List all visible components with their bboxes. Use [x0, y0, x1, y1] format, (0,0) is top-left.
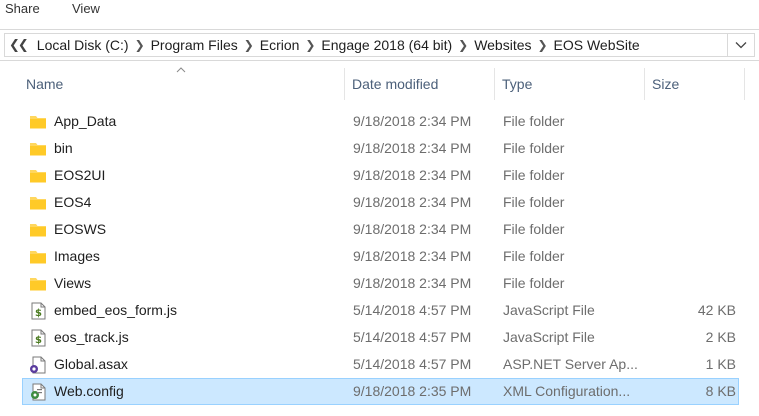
file-row[interactable]: Global.asax 5/14/2018 4:57 PM ASP.NET Se…	[22, 351, 739, 378]
file-date: 9/18/2018 2:34 PM	[353, 167, 472, 183]
chevron-right-icon[interactable]: ❯	[133, 38, 147, 52]
breadcrumb-engage[interactable]: Engage 2018 (64 bit)	[317, 37, 456, 53]
chevron-right-icon[interactable]: ❯	[536, 38, 550, 52]
file-row[interactable]: EOS4 9/18/2018 2:34 PM File folder	[22, 189, 739, 216]
file-type: File folder	[503, 113, 565, 129]
file-row[interactable]: App_Data 9/18/2018 2:34 PM File folder	[22, 108, 739, 135]
folder-icon	[30, 170, 46, 183]
folder-icon	[30, 278, 46, 291]
file-row[interactable]: Images 9/18/2018 2:34 PM File folder	[22, 243, 739, 270]
address-bar: ❮❮ Local Disk (C:) ❯ Program Files ❯ Ecr…	[0, 29, 759, 61]
file-type: File folder	[503, 248, 565, 264]
breadcrumb-program-files[interactable]: Program Files	[147, 37, 242, 53]
breadcrumb-websites[interactable]: Websites	[470, 37, 535, 53]
file-row[interactable]: bin 9/18/2018 2:34 PM File folder	[22, 135, 739, 162]
file-date: 9/18/2018 2:34 PM	[353, 194, 472, 210]
folder-icon	[30, 143, 46, 156]
tab-view[interactable]: View	[72, 1, 100, 16]
file-name: Images	[54, 248, 100, 264]
file-name: App_Data	[54, 113, 117, 129]
folder-icon	[30, 224, 46, 237]
file-name: Views	[54, 275, 92, 291]
file-size	[653, 271, 736, 296]
file-size: 8 KB	[705, 383, 736, 399]
file-type: File folder	[503, 221, 565, 237]
file-name: embed_eos_form.js	[54, 302, 177, 318]
file-type: File folder	[503, 275, 565, 291]
chevron-right-icon[interactable]: ❯	[303, 38, 317, 52]
breadcrumb[interactable]: ❮❮ Local Disk (C:) ❯ Program Files ❯ Ecr…	[4, 33, 727, 57]
column-size[interactable]: Size	[646, 66, 744, 102]
file-size	[653, 163, 736, 188]
file-name: Global.asax	[54, 356, 128, 372]
file-type: File folder	[503, 194, 565, 210]
file-date: 9/18/2018 2:34 PM	[353, 221, 472, 237]
script-file-icon: $	[31, 302, 46, 320]
column-type[interactable]: Type	[496, 66, 644, 102]
file-date: 9/18/2018 2:35 PM	[353, 383, 472, 399]
file-name: Web.config	[54, 383, 124, 399]
breadcrumb-eos-website[interactable]: EOS WebSite	[550, 37, 644, 53]
file-size	[653, 244, 736, 269]
column-divider[interactable]	[494, 68, 495, 100]
file-type: JavaScript File	[503, 302, 595, 318]
config-file-icon	[31, 383, 46, 401]
file-size	[653, 217, 736, 242]
script-file-icon: $	[31, 329, 46, 347]
chevron-right-icon[interactable]: ❯	[456, 38, 470, 52]
file-type: JavaScript File	[503, 329, 595, 345]
file-date: 9/18/2018 2:34 PM	[353, 275, 472, 291]
address-dropdown-button[interactable]	[727, 33, 755, 57]
aspnet-file-icon	[30, 356, 46, 374]
double-chevron-left-icon[interactable]: ❮❮	[5, 37, 33, 53]
breadcrumb-ecrion[interactable]: Ecrion	[256, 37, 304, 53]
file-size: 42 KB	[697, 302, 736, 318]
file-size: 2 KB	[705, 329, 736, 345]
column-name[interactable]: Name	[20, 66, 344, 102]
file-row[interactable]: EOS2UI 9/18/2018 2:34 PM File folder	[22, 162, 739, 189]
folder-icon	[30, 197, 46, 210]
file-size: 1 KB	[705, 356, 736, 372]
file-date: 9/18/2018 2:34 PM	[353, 248, 472, 264]
column-header: Name Date modified Type Size	[0, 66, 759, 102]
folder-icon	[30, 251, 46, 264]
column-date-modified[interactable]: Date modified	[346, 66, 494, 102]
file-date: 5/14/2018 4:57 PM	[353, 302, 472, 318]
chevron-right-icon[interactable]: ❯	[242, 38, 256, 52]
svg-text:$: $	[35, 335, 42, 346]
file-type: File folder	[503, 167, 565, 183]
file-name: EOS2UI	[54, 167, 106, 183]
file-row[interactable]: Views 9/18/2018 2:34 PM File folder	[22, 270, 739, 297]
column-divider[interactable]	[344, 68, 345, 100]
file-row[interactable]: EOSWS 9/18/2018 2:34 PM File folder	[22, 216, 739, 243]
file-name: bin	[54, 140, 73, 156]
file-name: EOSWS	[54, 221, 107, 237]
file-type: File folder	[503, 140, 565, 156]
file-size	[653, 109, 736, 134]
file-size	[653, 136, 736, 161]
ribbon-tabs: Share View	[0, 0, 759, 22]
file-name: EOS4	[54, 194, 92, 210]
file-type: ASP.NET Server Ap...	[503, 356, 638, 372]
file-type: XML Configuration...	[503, 383, 631, 399]
file-date: 5/14/2018 4:57 PM	[353, 356, 472, 372]
chevron-down-icon	[735, 42, 747, 49]
file-row[interactable]: $ embed_eos_form.js 5/14/2018 4:57 PM Ja…	[22, 297, 739, 324]
file-date: 9/18/2018 2:34 PM	[353, 140, 472, 156]
folder-icon	[30, 116, 46, 129]
file-size	[653, 190, 736, 215]
file-row[interactable]: $ eos_track.js 5/14/2018 4:57 PM JavaScr…	[22, 324, 739, 351]
column-divider[interactable]	[644, 68, 645, 100]
file-date: 5/14/2018 4:57 PM	[353, 329, 472, 345]
tab-share[interactable]: Share	[5, 1, 40, 16]
svg-text:$: $	[35, 308, 42, 319]
file-name: eos_track.js	[54, 329, 129, 345]
file-date: 9/18/2018 2:34 PM	[353, 113, 472, 129]
file-row-selected[interactable]: Web.config 9/18/2018 2:35 PM XML Configu…	[22, 378, 739, 405]
breadcrumb-local-disk[interactable]: Local Disk (C:)	[33, 37, 133, 53]
column-divider[interactable]	[744, 68, 745, 100]
